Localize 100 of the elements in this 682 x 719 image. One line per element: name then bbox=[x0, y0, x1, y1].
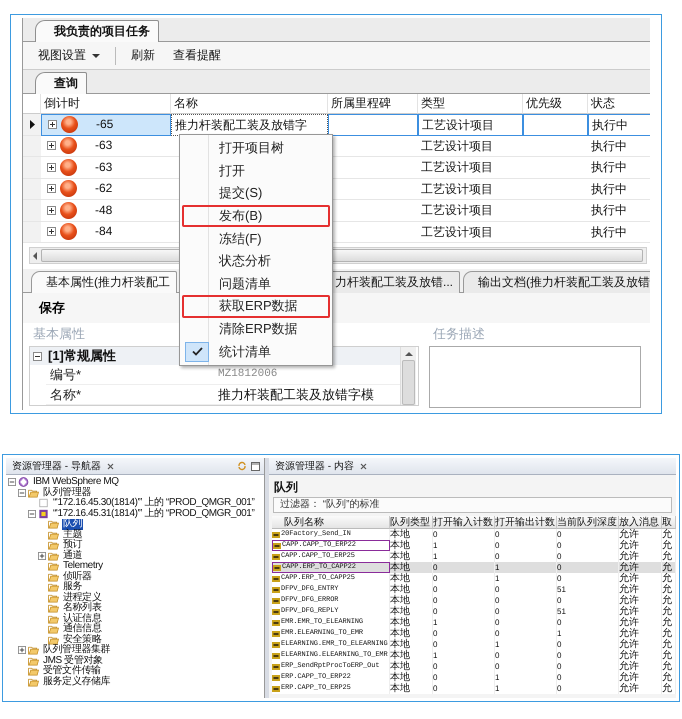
tree-item[interactable]: JMS 受管对象 bbox=[42, 656, 104, 666]
tree-item[interactable]: “'172.16.45.30(1814)'” 上的 “PROD_QMGR_001” bbox=[52, 498, 256, 508]
collapse-icon[interactable] bbox=[28, 510, 36, 518]
check-icon bbox=[192, 347, 202, 356]
tree-item[interactable]: 预订 bbox=[62, 540, 84, 550]
tree-item[interactable]: 主题 bbox=[62, 530, 84, 540]
table-cell: 0 bbox=[495, 584, 557, 595]
toolbar-button[interactable]: 刷新 bbox=[128, 45, 158, 66]
table-cell: 本地 bbox=[390, 540, 433, 551]
expand-icon[interactable] bbox=[38, 552, 46, 560]
column-header[interactable]: 名称 bbox=[171, 94, 328, 114]
folder-icon bbox=[28, 676, 39, 687]
tree-item[interactable]: 安全策略 bbox=[62, 634, 102, 645]
folder-icon bbox=[48, 614, 59, 624]
folder-icon bbox=[28, 666, 39, 676]
table-cell: 0 bbox=[557, 650, 619, 661]
column-header[interactable]: 当前队列深度 bbox=[557, 516, 619, 529]
detail-tab[interactable]: 基本属性(推力杆装配工 bbox=[31, 271, 177, 293]
expand-icon[interactable] bbox=[47, 227, 56, 236]
vertical-scrollbar[interactable] bbox=[400, 347, 416, 405]
menu-item[interactable]: 提交(S) bbox=[182, 182, 330, 205]
table-cell: 允许 bbox=[619, 617, 662, 628]
table-cell: 0 bbox=[557, 573, 619, 584]
tree-item[interactable]: 通信信息 bbox=[62, 624, 102, 634]
table-cell: 执行中 bbox=[588, 136, 650, 157]
status-ball-icon bbox=[61, 116, 78, 134]
view-settings-dropdown[interactable]: 视图设置 bbox=[35, 45, 103, 66]
expand-icon[interactable] bbox=[48, 120, 57, 130]
table-cell: 工艺设计项目 bbox=[418, 200, 523, 222]
column-header[interactable]: 所属里程碑 bbox=[328, 94, 418, 114]
tree-item[interactable]: IBM WebSphere MQ bbox=[32, 477, 120, 488]
column-header[interactable]: 队列类型 bbox=[390, 516, 433, 529]
document-tab[interactable]: 我负责的项目任务 bbox=[35, 20, 159, 42]
toolbar-button[interactable]: 查看提醒 bbox=[170, 45, 224, 66]
tree-item[interactable]: 服务 bbox=[62, 582, 84, 592]
expand-icon[interactable] bbox=[47, 162, 56, 172]
column-header[interactable]: 放入消息 bbox=[619, 516, 662, 529]
column-header[interactable]: 状态 bbox=[588, 94, 650, 114]
menu-item[interactable]: 获取ERP数据 bbox=[182, 295, 330, 318]
table-cell: 0 bbox=[557, 661, 619, 672]
tree-item[interactable]: 受管文件传输 bbox=[42, 666, 102, 676]
folder-icon bbox=[48, 592, 59, 603]
query-tab[interactable]: 查询 bbox=[35, 72, 87, 94]
menu-item[interactable]: 发布(B) bbox=[182, 204, 330, 228]
tree-item[interactable]: 队列管理器 bbox=[42, 488, 92, 498]
column-header[interactable]: 队列名称 bbox=[272, 516, 390, 529]
maximize-icon[interactable] bbox=[251, 462, 260, 470]
table-cell: 本地 bbox=[390, 595, 433, 606]
property-value[interactable]: 推力杆装配工装及放错字模 bbox=[214, 385, 400, 405]
column-header[interactable]: 打开输入计数 bbox=[433, 516, 495, 529]
column-header[interactable]: 取 bbox=[662, 516, 676, 529]
description-field[interactable] bbox=[429, 346, 641, 408]
menu-item[interactable]: 冻结(F) bbox=[182, 227, 330, 250]
column-header[interactable]: 优先级 bbox=[523, 94, 588, 114]
table-cell: 允 bbox=[662, 573, 676, 584]
column-header[interactable]: 倒计时 bbox=[41, 94, 171, 114]
status-ball-icon bbox=[60, 180, 77, 198]
tree-item[interactable]: 进程定义 bbox=[62, 592, 102, 603]
tree-item[interactable]: 服务定义存储库 bbox=[42, 676, 112, 687]
tree-item[interactable]: 队列管理器集群 bbox=[42, 645, 112, 656]
close-icon[interactable] bbox=[106, 462, 114, 470]
filter-label: 过滤器： “队列”的标准 bbox=[273, 497, 672, 513]
collapse-icon[interactable] bbox=[18, 488, 26, 497]
expand-icon[interactable] bbox=[18, 646, 26, 654]
menu-item[interactable]: 状态分析 bbox=[182, 250, 330, 273]
collapse-icon[interactable] bbox=[8, 478, 16, 486]
tree-item[interactable]: 名称列表 bbox=[62, 603, 102, 614]
folder-icon bbox=[48, 540, 59, 550]
table-cell: 本地 bbox=[390, 584, 433, 595]
tree-item[interactable]: 通道 bbox=[62, 550, 84, 561]
menu-item[interactable]: 打开项目树 bbox=[182, 137, 330, 160]
tree-item[interactable]: “'172.16.45.31(1814)'” 上的 “PROD_QMGR_001” bbox=[52, 508, 256, 519]
column-header[interactable]: 打开输出计数 bbox=[495, 516, 557, 529]
menu-item[interactable]: 清除ERP数据 bbox=[182, 318, 330, 340]
tree-item[interactable]: 侦听器 bbox=[62, 572, 93, 582]
folder-icon bbox=[48, 603, 59, 614]
queue-manager-icon bbox=[38, 498, 49, 508]
table-cell: 允 bbox=[662, 562, 676, 573]
collapse-icon[interactable] bbox=[33, 352, 42, 360]
menu-item[interactable]: 打开 bbox=[182, 160, 330, 182]
table-cell: 0 bbox=[495, 606, 557, 617]
table-cell: 0 bbox=[557, 639, 619, 650]
tree-item[interactable]: 认证信息 bbox=[62, 614, 102, 624]
table-cell: 本地 bbox=[390, 672, 433, 683]
tree-item[interactable]: Telemetry bbox=[62, 561, 104, 572]
view-tab[interactable]: 资源管理器 - 内容 bbox=[273, 459, 356, 473]
expand-icon[interactable] bbox=[47, 206, 56, 215]
table-cell: 允 bbox=[662, 595, 676, 606]
table-cell: 执行中 bbox=[588, 114, 650, 136]
save-button[interactable]: 保存 bbox=[37, 299, 67, 317]
expand-icon[interactable] bbox=[47, 184, 56, 194]
column-header[interactable]: 类型 bbox=[418, 94, 523, 114]
table-cell: 1 bbox=[433, 540, 495, 551]
menu-item[interactable]: 统计清单 bbox=[182, 340, 330, 363]
expand-icon[interactable] bbox=[47, 141, 56, 150]
detail-tab[interactable]: 输出文档(推力杆装配工装及放错 bbox=[463, 271, 650, 293]
close-icon[interactable] bbox=[360, 462, 367, 470]
table-cell: 允 bbox=[662, 628, 676, 639]
folder-icon bbox=[48, 572, 59, 582]
queue-manager-icon bbox=[38, 508, 49, 519]
